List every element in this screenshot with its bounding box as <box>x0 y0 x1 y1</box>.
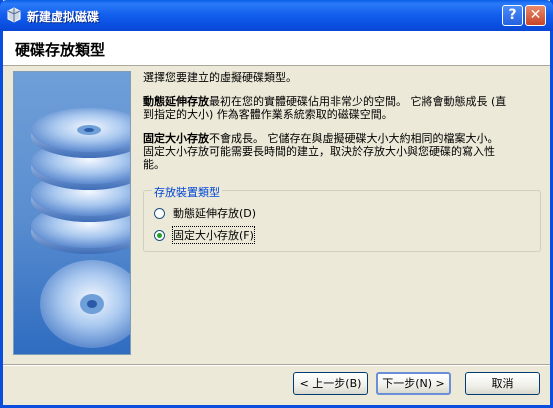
content-area: 選擇您要建立的虛擬硬碟類型。 動態延伸存放最初在您的實體硬碟佔用非常少的空間。 … <box>143 71 543 182</box>
dynamic-description: 動態延伸存放最初在您的實體硬碟佔用非常少的空間。 它將會動態成長 (直 到指定的… <box>143 95 543 121</box>
radio-fixed-button[interactable] <box>154 229 165 241</box>
wizard-header: 硬碟存放類型 <box>3 31 550 66</box>
radio-dynamic[interactable]: 動態延伸存放(D) <box>154 205 256 221</box>
group-legend: 存放裝置類型 <box>152 184 222 200</box>
title-bar[interactable]: 新建虚拟磁碟 ? ✕ <box>0 0 553 31</box>
dynamic-line2: 到指定的大小) 作為客體作業系統索取的磁碟空間。 <box>143 108 393 121</box>
divider-highlight <box>3 365 550 366</box>
storage-type-group: 存放裝置類型 動態延伸存放(D) 固定大小存放(F) <box>143 184 541 252</box>
dynamic-line1: 最初在您的實體硬碟佔用非常少的空間。 它將會動態成長 (直 <box>209 95 507 108</box>
fixed-line1: 不會成長。 它儲存在與虛擬硬碟大小大約相同的檔案大小。 <box>209 132 499 145</box>
fixed-title: 固定大小存放 <box>143 132 209 145</box>
dialog-window: 新建虚拟磁碟 ? ✕ 硬碟存放類型 選擇您要建立的虛擬硬碟類型。 動態延伸存放最… <box>0 0 553 408</box>
radio-fixed-label[interactable]: 固定大小存放(F) <box>172 226 255 244</box>
page-title: 硬碟存放類型 <box>15 41 106 59</box>
help-button[interactable]: ? <box>502 5 523 26</box>
close-button[interactable]: ✕ <box>525 5 546 26</box>
radio-dynamic-button[interactable] <box>154 207 165 219</box>
virtualbox-icon <box>7 7 21 23</box>
radio-dynamic-label[interactable]: 動態延伸存放(D) <box>173 205 256 221</box>
discs-icon <box>31 108 130 348</box>
fixed-line2: 固定大小存放可能需要長時間的建立，取決於存放大小與您硬碟的寫入性 <box>143 145 495 158</box>
intro-text: 選擇您要建立的虛擬硬碟類型。 <box>143 71 297 84</box>
disk-illustration <box>13 71 131 355</box>
window-title: 新建虚拟磁碟 <box>27 10 100 24</box>
fixed-line3: 能。 <box>143 158 165 171</box>
dynamic-title: 動態延伸存放 <box>143 95 209 108</box>
cancel-button[interactable]: 取消 <box>465 372 540 395</box>
radio-fixed[interactable]: 固定大小存放(F) <box>154 226 255 244</box>
next-button[interactable]: 下一步(N) > <box>376 372 451 395</box>
back-button[interactable]: < 上一步(B) <box>293 372 368 395</box>
fixed-description: 固定大小存放不會成長。 它儲存在與虛擬硬碟大小大約相同的檔案大小。 固定大小存放… <box>143 132 543 171</box>
